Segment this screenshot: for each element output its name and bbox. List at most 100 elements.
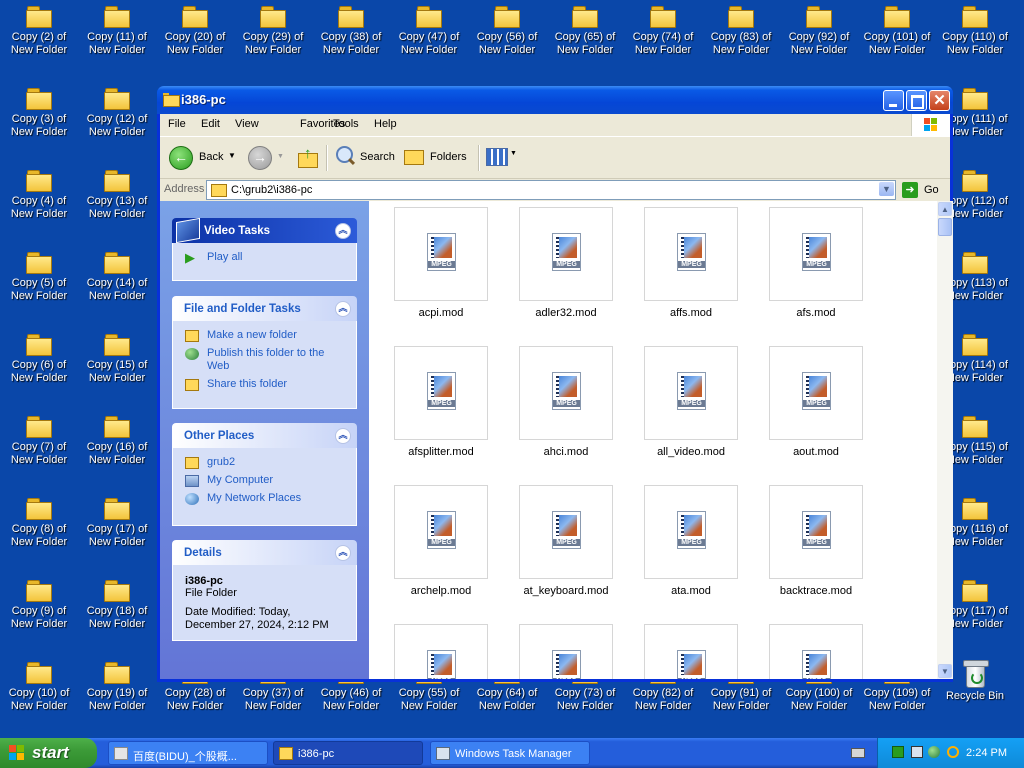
file-item[interactable]: MPEG aout.mod xyxy=(754,340,878,478)
collapse-icon[interactable]: ︽ xyxy=(335,301,351,317)
close-button[interactable]: ✕ xyxy=(929,90,950,111)
desktop-folder[interactable]: Copy (13) of New Folder xyxy=(78,166,156,232)
back-arrow-icon: ← xyxy=(169,146,193,170)
desktop-folder[interactable]: Copy (4) of New Folder xyxy=(0,166,78,232)
file-folder-tasks-header[interactable]: File and Folder Tasks ︽ xyxy=(172,296,357,321)
desktop-folder[interactable]: Copy (9) of New Folder xyxy=(0,576,78,642)
address-input[interactable]: C:\grub2\i386-pc ▼ xyxy=(206,180,896,200)
desktop-folder[interactable]: Copy (29) of New Folder xyxy=(234,2,312,68)
mpeg-icon-label: MPEG xyxy=(428,400,455,407)
taskbar-item-baidu[interactable]: 百度(BIDU)_个股概... xyxy=(108,741,268,765)
file-item[interactable]: MPEG xyxy=(754,618,878,679)
desktop-folder[interactable]: Copy (19) of New Folder xyxy=(78,658,156,724)
tray-app-icon[interactable] xyxy=(892,746,904,758)
desktop-folder[interactable]: Copy (101) of New Folder xyxy=(858,2,936,68)
file-item[interactable]: MPEG ata.mod xyxy=(629,479,753,617)
menu-view[interactable]: View xyxy=(235,118,259,130)
scroll-down-icon[interactable]: ▼ xyxy=(938,664,952,678)
video-tasks-header[interactable]: Video Tasks ︽ xyxy=(172,217,357,244)
file-item[interactable]: MPEG afsplitter.mod xyxy=(379,340,503,478)
keyboard-icon[interactable] xyxy=(851,748,865,758)
desktop-folder[interactable]: Copy (2) of New Folder xyxy=(0,2,78,68)
file-name: aout.mod xyxy=(793,446,839,458)
desktop-folder[interactable]: Copy (65) of New Folder xyxy=(546,2,624,68)
scroll-up-icon[interactable]: ▲ xyxy=(938,202,952,216)
file-item[interactable]: MPEG at_keyboard.mod xyxy=(504,479,628,617)
folder-icon xyxy=(104,416,130,438)
desktop-folder[interactable]: Copy (20) of New Folder xyxy=(156,2,234,68)
start-button[interactable]: start xyxy=(0,738,97,768)
file-item[interactable]: MPEG xyxy=(629,618,753,679)
file-item[interactable]: MPEG archelp.mod xyxy=(379,479,503,617)
collapse-icon[interactable]: ︽ xyxy=(335,428,351,444)
desktop-folder-label: Copy (18) of New Folder xyxy=(86,605,148,630)
desktop-folder[interactable]: Copy (5) of New Folder xyxy=(0,248,78,314)
taskbar-item-i386-pc[interactable]: i386-pc xyxy=(273,741,423,765)
details-header[interactable]: Details ︽ xyxy=(172,540,357,565)
mpeg-video-icon: MPEG xyxy=(427,233,456,271)
file-item[interactable]: MPEG all_video.mod xyxy=(629,340,753,478)
desktop-folder[interactable]: Copy (8) of New Folder xyxy=(0,494,78,560)
views-button[interactable]: ▼ xyxy=(484,145,520,169)
tray-search-icon[interactable] xyxy=(945,746,959,758)
details-panel: Details ︽ i386-pc File Folder Date Modif… xyxy=(172,540,357,641)
desktop-folder[interactable]: Copy (17) of New Folder xyxy=(78,494,156,560)
desktop-folder-label: Copy (13) of New Folder xyxy=(86,195,148,220)
desktop-folder[interactable]: Copy (16) of New Folder xyxy=(78,412,156,478)
menu-file[interactable]: File xyxy=(168,118,186,130)
file-item[interactable]: MPEG backtrace.mod xyxy=(754,479,878,617)
menu-tools[interactable]: Tools xyxy=(333,118,359,130)
file-item[interactable]: MPEG xyxy=(504,618,628,679)
desktop-folder[interactable]: Copy (92) of New Folder xyxy=(780,2,858,68)
collapse-icon[interactable]: ︽ xyxy=(335,223,351,239)
collapse-icon[interactable]: ︽ xyxy=(335,545,351,561)
desktop-folder[interactable]: Copy (83) of New Folder xyxy=(702,2,780,68)
desktop-folder[interactable]: Copy (3) of New Folder xyxy=(0,84,78,150)
forward-button[interactable]: → xyxy=(248,146,272,170)
desktop-folder[interactable]: Copy (56) of New Folder xyxy=(468,2,546,68)
go-button[interactable]: ➜ Go xyxy=(902,181,946,199)
taskbar-item-task-manager[interactable]: Windows Task Manager xyxy=(430,741,590,765)
place-my-network[interactable]: My Network Places xyxy=(185,492,344,505)
file-item[interactable]: MPEG acpi.mod xyxy=(379,201,503,339)
tray-monitor-icon[interactable] xyxy=(911,746,923,758)
maximize-button[interactable] xyxy=(906,90,927,111)
file-item[interactable]: MPEG xyxy=(379,618,503,679)
file-item[interactable]: MPEG afs.mod xyxy=(754,201,878,339)
other-places-header[interactable]: Other Places ︽ xyxy=(172,423,357,448)
place-my-computer[interactable]: My Computer xyxy=(185,474,344,487)
desktop-folder[interactable]: Copy (38) of New Folder xyxy=(312,2,390,68)
file-item[interactable]: MPEG ahci.mod xyxy=(504,340,628,478)
desktop-folder[interactable]: Copy (7) of New Folder xyxy=(0,412,78,478)
task-make-folder[interactable]: Make a new folder xyxy=(185,329,344,342)
task-share-folder[interactable]: Share this folder xyxy=(185,378,344,391)
file-item[interactable]: MPEG affs.mod xyxy=(629,201,753,339)
back-button[interactable]: ← Back ▼ xyxy=(164,141,236,173)
task-play-all[interactable]: ▶ Play all xyxy=(185,251,344,264)
desktop-folder[interactable]: Copy (110) of New Folder xyxy=(936,2,1014,68)
menu-edit[interactable]: Edit xyxy=(201,118,220,130)
chevron-down-icon[interactable]: ▼ xyxy=(879,182,894,196)
scroll-thumb[interactable] xyxy=(938,218,952,236)
desktop-folder[interactable]: Copy (18) of New Folder xyxy=(78,576,156,642)
desktop-folder[interactable]: Copy (6) of New Folder xyxy=(0,330,78,396)
desktop-folder[interactable]: Copy (15) of New Folder xyxy=(78,330,156,396)
desktop-folder[interactable]: Copy (11) of New Folder xyxy=(78,2,156,68)
search-button[interactable]: Search xyxy=(332,142,396,172)
tray-network-icon[interactable] xyxy=(928,746,940,758)
file-item[interactable]: MPEG adler32.mod xyxy=(504,201,628,339)
desktop-folder[interactable]: Copy (12) of New Folder xyxy=(78,84,156,150)
desktop-folder[interactable]: Copy (14) of New Folder xyxy=(78,248,156,314)
place-grub2[interactable]: grub2 xyxy=(185,456,344,469)
folders-button[interactable]: Folders xyxy=(402,142,472,172)
task-publish-web[interactable]: Publish this folder to the Web xyxy=(185,347,344,373)
desktop-folder[interactable]: Copy (10) of New Folder xyxy=(0,658,78,724)
title-bar[interactable]: i386-pc ✕ xyxy=(157,86,953,114)
minimize-button[interactable] xyxy=(883,90,904,111)
desktop-folder[interactable]: Copy (47) of New Folder xyxy=(390,2,468,68)
desktop-folder[interactable]: Copy (74) of New Folder xyxy=(624,2,702,68)
vertical-scrollbar[interactable]: ▲ ▼ xyxy=(937,201,953,679)
menu-help[interactable]: Help xyxy=(374,118,397,130)
up-button[interactable]: ↑ xyxy=(296,145,320,169)
desktop-folder-label: Copy (6) of New Folder xyxy=(10,359,68,384)
